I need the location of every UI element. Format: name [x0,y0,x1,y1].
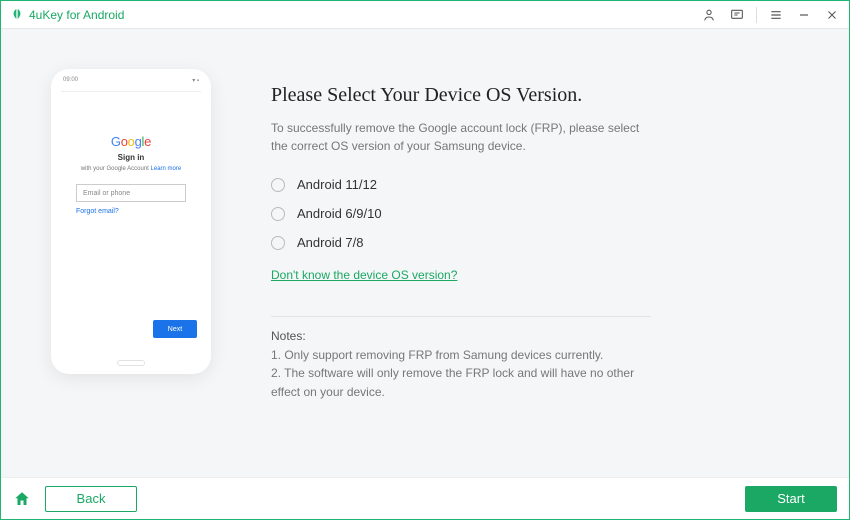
home-icon[interactable] [13,490,31,508]
close-icon[interactable] [823,6,841,24]
panel-title: Please Select Your Device OS Version. [271,84,799,107]
phone-email-input: Email or phone [76,184,186,202]
phone-divider [61,91,201,92]
phone-next-button: Next [153,320,197,338]
notes-title: Notes: [271,327,651,346]
radio-icon [271,178,285,192]
app-logo: 4uKey for Android [9,7,124,23]
back-button[interactable]: Back [45,486,137,512]
os-option-android-11-12[interactable]: Android 11/12 [271,177,799,192]
notes-block: Notes: 1. Only support removing FRP from… [271,327,651,401]
panel-description: To successfully remove the Google accoun… [271,119,651,155]
signin-heading: Sign in [118,153,145,162]
phone-screen: Google Sign in with your Google Account … [57,94,205,360]
minimize-icon[interactable] [795,6,813,24]
phone-home-button [117,360,145,366]
start-button[interactable]: Start [745,486,837,512]
option-label: Android 6/9/10 [297,206,382,221]
signin-subtext: with your Google Account Learn more [81,166,181,172]
app-window: 4uKey for Android 09: [0,0,850,520]
phone-device: 09:00 ▾ ▪ Google Sign in with your Googl… [51,69,211,374]
phone-status-time: 09:00 [63,77,78,89]
os-option-android-7-8[interactable]: Android 7/8 [271,235,799,250]
option-label: Android 11/12 [297,177,377,192]
menu-icon[interactable] [767,6,785,24]
footer: Back Start [1,477,849,519]
feedback-icon[interactable] [728,6,746,24]
os-option-android-6-9-10[interactable]: Android 6/9/10 [271,206,799,221]
note-line-2: 2. The software will only remove the FRP… [271,364,651,401]
option-label: Android 7/8 [297,235,364,250]
titlebar-separator [756,7,757,23]
radio-icon [271,207,285,221]
help-link[interactable]: Don't know the device OS version? [271,268,457,282]
titlebar: 4uKey for Android [1,1,849,29]
phone-mockup: 09:00 ▾ ▪ Google Sign in with your Googl… [51,59,211,457]
note-line-1: 1. Only support removing FRP from Samung… [271,346,651,365]
learn-more-link: Learn more [151,166,182,172]
app-title: 4uKey for Android [29,8,124,22]
radio-icon [271,236,285,250]
phone-status-icons: ▾ ▪ [192,77,199,89]
os-selection-panel: Please Select Your Device OS Version. To… [271,59,799,457]
main-content: 09:00 ▾ ▪ Google Sign in with your Googl… [1,29,849,477]
phone-forgot-link: Forgot email? [76,208,186,215]
google-logo: Google [111,134,151,149]
leaf-logo-icon [9,7,25,23]
account-icon[interactable] [700,6,718,24]
titlebar-controls [700,6,841,24]
os-options: Android 11/12 Android 6/9/10 Android 7/8 [271,177,799,250]
phone-status-bar: 09:00 ▾ ▪ [57,77,205,89]
notes-separator [271,316,651,317]
